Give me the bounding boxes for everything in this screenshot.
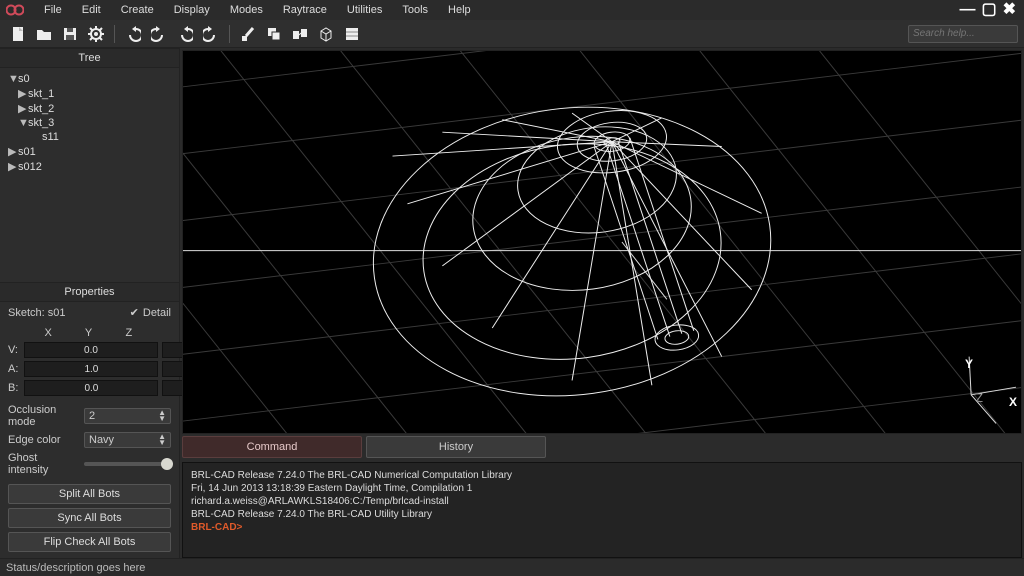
tree-panel[interactable]: ▼s0▶skt_1▶skt_2▼skt_3s11▶s01▶s012 bbox=[0, 68, 179, 282]
toolbar bbox=[0, 20, 1024, 48]
close-icon[interactable]: ✖ bbox=[1003, 2, 1016, 18]
v-x-input[interactable] bbox=[24, 342, 158, 358]
console-output[interactable]: BRL-CAD Release 7.24.0 The BRL-CAD Numer… bbox=[182, 462, 1022, 558]
cube-icon[interactable] bbox=[314, 23, 338, 45]
spinner-icon: ▲▼ bbox=[158, 410, 166, 422]
b-x-input[interactable] bbox=[24, 380, 158, 396]
occlusion-label: Occlusion mode bbox=[8, 404, 78, 428]
tree-item[interactable]: ▶skt_1 bbox=[4, 86, 175, 101]
properties-panel-header: Properties bbox=[0, 282, 179, 302]
menu-raytrace[interactable]: Raytrace bbox=[273, 4, 337, 16]
menu-create[interactable]: Create bbox=[111, 4, 164, 16]
ghost-intensity-label: Ghost intensity bbox=[8, 452, 78, 476]
col-x: X bbox=[28, 327, 68, 339]
detail-label: Detail bbox=[143, 307, 171, 319]
detail-checkbox[interactable]: ✔ Detail bbox=[130, 306, 171, 319]
sheet-icon[interactable] bbox=[340, 23, 364, 45]
slider-handle[interactable] bbox=[161, 458, 173, 470]
expand-arrow-icon[interactable]: ▼ bbox=[18, 117, 28, 129]
occlusion-select[interactable]: 2▲▼ bbox=[84, 408, 171, 424]
row-a-label: A: bbox=[8, 363, 20, 375]
statusbar: Status/description goes here bbox=[0, 558, 1024, 576]
minimize-icon[interactable]: — bbox=[959, 2, 975, 18]
redo-alt-icon[interactable] bbox=[199, 23, 223, 45]
menu-file[interactable]: File bbox=[34, 4, 72, 16]
tree-panel-header: Tree bbox=[0, 48, 179, 68]
menu-modes[interactable]: Modes bbox=[220, 4, 273, 16]
edge-color-select[interactable]: Navy▲▼ bbox=[84, 432, 171, 448]
col-y: Y bbox=[68, 327, 108, 339]
tree-item[interactable]: ▶skt_2 bbox=[4, 101, 175, 116]
brush-icon[interactable] bbox=[236, 23, 260, 45]
flip-check-all-bots-button[interactable]: Flip Check All Bots bbox=[8, 532, 171, 552]
sketch-name-label: Sketch: s01 bbox=[8, 307, 65, 319]
console-line: Fri, 14 Jun 2013 13:18:39 Eastern Daylig… bbox=[191, 482, 1013, 495]
row-b-label: B: bbox=[8, 382, 20, 394]
layers-icon[interactable] bbox=[262, 23, 286, 45]
tree-item[interactable]: ▶s01 bbox=[4, 144, 175, 159]
tree-item[interactable]: ▼s0 bbox=[4, 72, 175, 86]
properties-panel: Sketch: s01 ✔ Detail X Y Z V: bbox=[0, 302, 179, 558]
search-help-input[interactable] bbox=[913, 28, 1024, 39]
menu-utilities[interactable]: Utilities bbox=[337, 4, 392, 16]
tab-history[interactable]: History bbox=[366, 436, 546, 458]
tree-item[interactable]: ▶s012 bbox=[4, 159, 175, 174]
console-line: BRL-CAD Release 7.24.0 The BRL-CAD Numer… bbox=[191, 469, 1013, 482]
expand-arrow-icon[interactable]: ▼ bbox=[8, 73, 18, 85]
toolbar-separator bbox=[114, 25, 115, 43]
status-text: Status/description goes here bbox=[6, 562, 145, 574]
ghost-intensity-slider[interactable] bbox=[84, 462, 171, 466]
open-icon[interactable] bbox=[32, 23, 56, 45]
tree-item[interactable]: ▼skt_3 bbox=[4, 116, 175, 130]
spinner-icon: ▲▼ bbox=[158, 434, 166, 446]
axis-y-label: Y bbox=[965, 357, 973, 371]
menu-tools[interactable]: Tools bbox=[392, 4, 438, 16]
toolbar-separator bbox=[229, 25, 230, 43]
console-prompt[interactable]: BRL-CAD> bbox=[191, 521, 1013, 534]
menu-display[interactable]: Display bbox=[164, 4, 220, 16]
viewport-3d[interactable]: X Y Z bbox=[182, 50, 1022, 434]
app-logo bbox=[4, 0, 26, 20]
expand-arrow-icon[interactable]: ▶ bbox=[18, 102, 28, 115]
sync-all-bots-button[interactable]: Sync All Bots bbox=[8, 508, 171, 528]
undo-icon[interactable] bbox=[121, 23, 145, 45]
settings-icon[interactable] bbox=[84, 23, 108, 45]
axis-x-label: X bbox=[1009, 395, 1017, 409]
a-x-input[interactable] bbox=[24, 361, 158, 377]
new-icon[interactable] bbox=[6, 23, 30, 45]
console-line: BRL-CAD Release 7.24.0 The BRL-CAD Utili… bbox=[191, 508, 1013, 521]
expand-arrow-icon[interactable]: ▶ bbox=[18, 87, 28, 100]
check-icon: ✔ bbox=[130, 306, 139, 319]
axis-z-label: Z bbox=[976, 391, 983, 405]
undo-alt-icon[interactable] bbox=[173, 23, 197, 45]
row-v-label: V: bbox=[8, 344, 20, 356]
save-icon[interactable] bbox=[58, 23, 82, 45]
menu-help[interactable]: Help bbox=[438, 4, 481, 16]
expand-arrow-icon[interactable]: ▶ bbox=[8, 160, 18, 173]
console-line: richard.a.weiss@ARLAWKLS18406:C:/Temp/br… bbox=[191, 495, 1013, 508]
redo-icon[interactable] bbox=[147, 23, 171, 45]
search-help-box[interactable] bbox=[908, 25, 1018, 43]
tree-item[interactable]: s11 bbox=[4, 130, 175, 144]
edge-color-label: Edge color bbox=[8, 434, 78, 446]
swap-icon[interactable] bbox=[288, 23, 312, 45]
split-all-bots-button[interactable]: Split All Bots bbox=[8, 484, 171, 504]
expand-arrow-icon[interactable]: ▶ bbox=[8, 145, 18, 158]
maximize-icon[interactable]: ▢ bbox=[981, 2, 996, 18]
col-z: Z bbox=[109, 327, 149, 339]
menu-edit[interactable]: Edit bbox=[72, 4, 111, 16]
menubar: File Edit Create Display Modes Raytrace … bbox=[0, 0, 1024, 20]
tab-command[interactable]: Command bbox=[182, 436, 362, 458]
